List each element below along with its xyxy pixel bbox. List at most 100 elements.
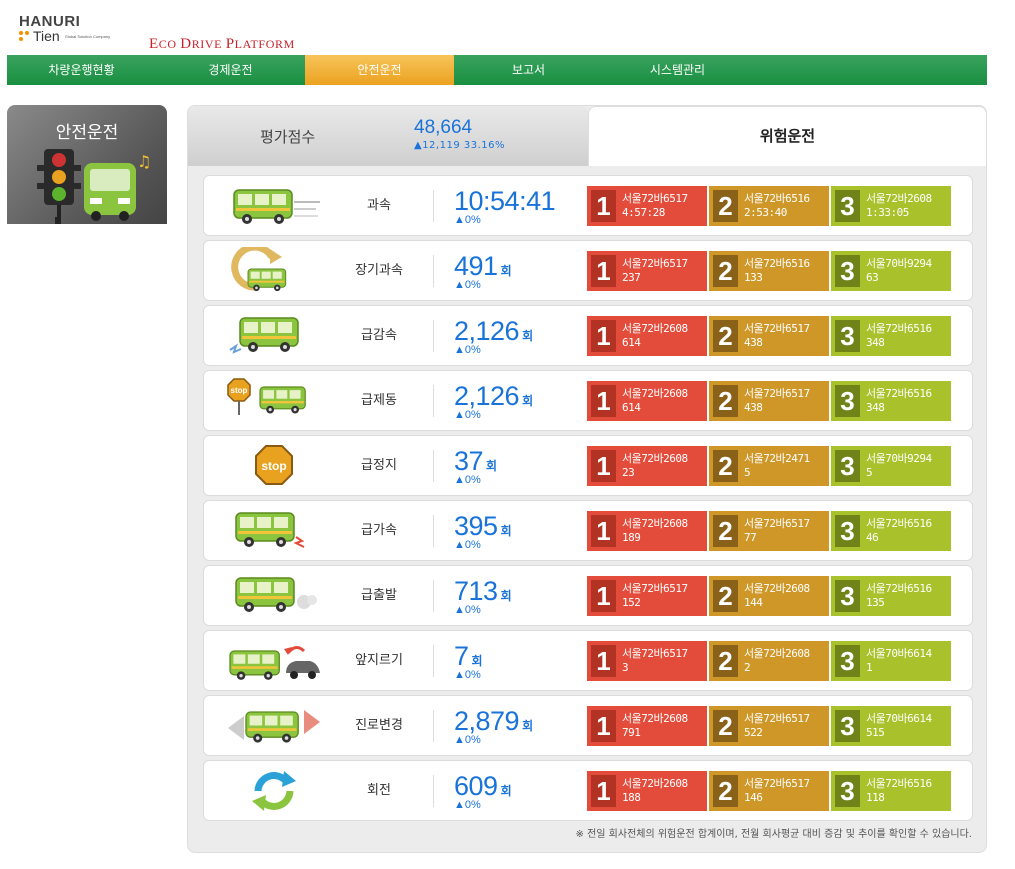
tab-risk-driving[interactable]: 위험운전	[588, 106, 987, 166]
risk-row-sudden-accel[interactable]: 급가속 395 회 ▲0% 1 서울72바2608 189 2 서울72바6517…	[203, 500, 973, 561]
rank-2-card[interactable]: 2 서울72바6517 438	[709, 381, 829, 421]
risk-type-label: 장기과속	[355, 263, 403, 278]
rank-3-card[interactable]: 3 서울70바6614 1	[831, 641, 951, 681]
risk-row-cut-in[interactable]: 앞지르기 7회 ▲0% 1 서울72바6517 3 2 서울72바2608 2 …	[203, 630, 973, 691]
risk-value-unit: 회	[500, 784, 512, 798]
top-vehicles: 1 서울72바2608 188 2 서울72바6517 146 3 서울72바6…	[587, 771, 953, 811]
rank-text: 서울72바2608 614	[622, 322, 688, 350]
rank-value: 5	[744, 466, 751, 479]
rank-plate: 서울72바2471	[744, 452, 810, 465]
rank-number: 3	[835, 515, 860, 547]
rank-number: 1	[591, 385, 616, 417]
divider	[433, 710, 434, 742]
risk-change: ▲0%	[454, 409, 481, 421]
rank-plate: 서울72바6516	[866, 322, 932, 335]
rank-3-card[interactable]: 3 서울72바6516 46	[831, 511, 951, 551]
risk-panel: 평가점수 48,664 ▲12,119 33.16% 위험운전 과속 10:54…	[187, 105, 987, 853]
rank-3-card[interactable]: 3 서울70바9294 63	[831, 251, 951, 291]
risk-row-rotation[interactable]: 회전 609 회 ▲0% 1 서울72바2608 188 2 서울72바6517 …	[203, 760, 973, 821]
rank-1-card[interactable]: 1 서울72바6517 4:57:28	[587, 186, 707, 226]
rank-2-card[interactable]: 2 서울72바6517 438	[709, 316, 829, 356]
risk-change: ▲0%	[454, 799, 481, 811]
rank-1-card[interactable]: 1 서울72바6517 152	[587, 576, 707, 616]
rank-3-card[interactable]: 3 서울72바6516 135	[831, 576, 951, 616]
rank-text: 서울72바6516 2:53:40	[744, 192, 810, 220]
rank-2-card[interactable]: 2 서울72바6516 2:53:40	[709, 186, 829, 226]
rank-text: 서울72바6517 77	[744, 517, 810, 545]
risk-row-sudden-brake[interactable]: stop 급제동 2,126 회 ▲0% 1 서울72바2608 614 2 서울…	[203, 370, 973, 431]
rank-2-card[interactable]: 2 서울72바6517 522	[709, 706, 829, 746]
rank-number: 1	[591, 775, 616, 807]
risk-row-sudden-stop[interactable]: stop 급정지 37 회 ▲0% 1 서울72바2608 23 2 서울72바2…	[203, 435, 973, 496]
rank-number: 3	[835, 645, 860, 677]
risk-change: ▲0%	[454, 539, 481, 551]
rank-text: 서울72바6517 438	[744, 322, 810, 350]
rank-1-card[interactable]: 1 서울72바2608 614	[587, 316, 707, 356]
svg-text:stop: stop	[261, 459, 286, 473]
risk-row-lane-change[interactable]: 진로변경 2,879 회 ▲0% 1 서울72바2608 791 2 서울72바6…	[203, 695, 973, 756]
risk-type-label: 앞지르기	[355, 653, 403, 668]
nav-item-eco-driving[interactable]: 경제운전	[156, 55, 305, 85]
rank-2-card[interactable]: 2 서울72바6517 77	[709, 511, 829, 551]
rank-value: 77	[744, 531, 757, 544]
rank-3-card[interactable]: 3 서울70바9294 5	[831, 446, 951, 486]
rank-2-card[interactable]: 2 서울72바2608 144	[709, 576, 829, 616]
rank-3-card[interactable]: 3 서울72바6516 348	[831, 316, 951, 356]
divider	[433, 190, 434, 222]
rank-3-card[interactable]: 3 서울72바6516 118	[831, 771, 951, 811]
nav-item-vehicle-status[interactable]: 차량운행현황	[7, 55, 156, 85]
rank-3-card[interactable]: 3 서울72바6516 348	[831, 381, 951, 421]
rank-2-card[interactable]: 2 서울72바6517 146	[709, 771, 829, 811]
risk-type-label: 급제동	[361, 393, 397, 408]
nav-item-system-admin[interactable]: 시스템관리	[603, 55, 752, 85]
risk-type-label: 과속	[367, 198, 391, 213]
risk-value-number: 37	[454, 446, 484, 476]
rank-number: 2	[713, 645, 738, 677]
rank-2-card[interactable]: 2 서울72바6516 133	[709, 251, 829, 291]
rank-plate: 서울72바6517	[622, 257, 688, 270]
tab-score[interactable]: 평가점수 48,664 ▲12,119 33.16%	[188, 106, 588, 166]
risk-row-sudden-decel[interactable]: 급감속 2,126 회 ▲0% 1 서울72바2608 614 2 서울72바65…	[203, 305, 973, 366]
risk-type-label: 급정지	[361, 458, 397, 473]
risk-value: 2,126 회	[454, 381, 533, 412]
risk-row-sudden-start[interactable]: 급출발 713 회 ▲0% 1 서울72바6517 152 2 서울72바2608…	[203, 565, 973, 626]
rank-1-card[interactable]: 1 서울72바2608 23	[587, 446, 707, 486]
platform-title: ECO DRIVE PLATFORM	[149, 36, 295, 53]
rank-1-card[interactable]: 1 서울72바6517 237	[587, 251, 707, 291]
rank-number: 2	[713, 385, 738, 417]
rank-text: 서울70바6614 515	[866, 712, 932, 740]
risk-value-unit: 회	[471, 654, 483, 668]
rank-text: 서울72바2608 791	[622, 712, 688, 740]
rank-plate: 서울72바2608	[622, 517, 688, 530]
risk-row-speeding[interactable]: 과속 10:54:41 ▲0% 1 서울72바6517 4:57:28 2 서울…	[203, 175, 973, 236]
rank-plate: 서울72바6517	[622, 192, 688, 205]
rank-1-card[interactable]: 1 서울72바2608 189	[587, 511, 707, 551]
nav-item-safe-driving[interactable]: 안전운전	[305, 55, 454, 85]
risk-value-number: 2,879	[454, 706, 520, 736]
rank-1-card[interactable]: 1 서울72바6517 3	[587, 641, 707, 681]
rank-value: 133	[744, 271, 763, 284]
risk-row-long-speeding[interactable]: 장기과속 491 회 ▲0% 1 서울72바6517 237 2 서울72바651…	[203, 240, 973, 301]
rank-3-card[interactable]: 3 서울72바2608 1:33:05	[831, 186, 951, 226]
rank-1-card[interactable]: 1 서울72바2608 188	[587, 771, 707, 811]
nav-item-reports[interactable]: 보고서	[454, 55, 603, 85]
rank-text: 서울72바6516 133	[744, 257, 810, 285]
platform-cap-1: E	[149, 36, 159, 52]
rank-number: 1	[591, 645, 616, 677]
rank-value: 46	[866, 531, 879, 544]
rank-1-card[interactable]: 1 서울72바2608 791	[587, 706, 707, 746]
rank-2-card[interactable]: 2 서울72바2608 2	[709, 641, 829, 681]
rank-value: 5	[866, 466, 873, 479]
risk-value: 395 회	[454, 511, 512, 542]
risk-change: ▲0%	[454, 214, 481, 226]
rank-plate: 서울72바6516	[866, 517, 932, 530]
rank-number: 3	[835, 710, 860, 742]
rank-1-card[interactable]: 1 서울72바2608 614	[587, 381, 707, 421]
rank-value: 614	[622, 401, 641, 414]
rank-number: 1	[591, 190, 616, 222]
risk-value-number: 2,126	[454, 381, 520, 411]
risk-rows: 과속 10:54:41 ▲0% 1 서울72바6517 4:57:28 2 서울…	[203, 175, 973, 825]
top-vehicles: 1 서울72바2608 614 2 서울72바6517 438 3 서울72바6…	[587, 316, 953, 356]
rank-2-card[interactable]: 2 서울72바2471 5	[709, 446, 829, 486]
rank-3-card[interactable]: 3 서울70바6614 515	[831, 706, 951, 746]
